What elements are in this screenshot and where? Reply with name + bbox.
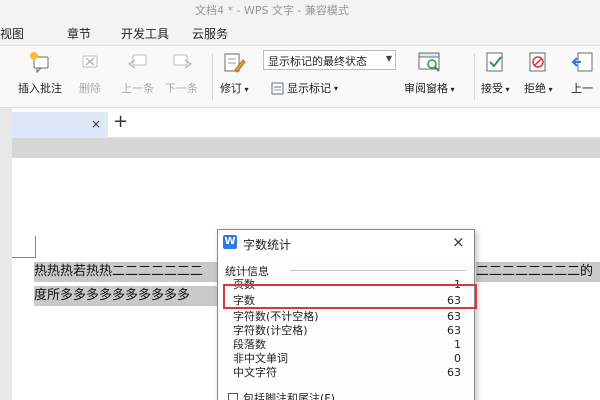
include-footnotes-checkbox[interactable]: 包括脚注和尾注(F): [228, 390, 335, 400]
tab-chapter[interactable]: 章节: [67, 25, 91, 42]
stat-value: 63: [447, 310, 461, 323]
document-text-line[interactable]: 热热热若热热二二二二二二二: [34, 262, 219, 282]
markup-mode-select[interactable]: 显示标记的最终状态 ▼: [263, 50, 396, 70]
markup-mode-value: 显示标记的最终状态: [268, 55, 367, 68]
stat-label: 段落数: [233, 338, 266, 351]
new-tab-button[interactable]: +: [113, 112, 128, 132]
close-icon[interactable]: ×: [91, 117, 101, 131]
window-title: 文档4 * - WPS 文字 - 兼容模式: [195, 4, 349, 17]
ribbon: 插入批注 删除 上一条 下一条 修订 ▾ 显示标记的最终状态 ▼ 显示标记 ▾ …: [0, 46, 600, 108]
document-text-line[interactable]: 二二二二二二二二的: [476, 262, 600, 282]
review-pane-button[interactable]: 审阅窗格 ▾: [404, 50, 455, 96]
new-comment-icon: [30, 52, 49, 74]
review-pane-label: 审阅窗格: [404, 82, 448, 95]
chevron-down-icon: ▾: [448, 85, 455, 94]
tab-cloud[interactable]: 云服务: [192, 25, 228, 42]
stat-label: 字符数(不计空格): [233, 310, 319, 323]
stat-row-chinese-chars: 中文字符 63: [233, 366, 461, 380]
stat-value: 63: [447, 324, 461, 337]
word-count-highlight: [223, 284, 477, 309]
dialog-close-icon[interactable]: ×: [452, 233, 465, 251]
stat-value: 1: [454, 338, 461, 351]
stat-value: 63: [447, 366, 461, 379]
chevron-down-icon: ▼: [385, 54, 392, 63]
left-margin: [0, 108, 12, 400]
accept-button[interactable]: 接受 ▾: [481, 50, 510, 96]
chevron-down-icon: ▾: [334, 83, 339, 93]
stat-row-chars-with-spaces: 字符数(计空格) 63: [233, 324, 461, 338]
next-comment-button[interactable]: 下一条: [165, 50, 198, 96]
tab-developer[interactable]: 开发工具: [121, 25, 169, 42]
margin-mark: [12, 257, 36, 258]
ribbon-separator: [474, 54, 475, 100]
title-bar: 文档4 * - WPS 文字 - 兼容模式: [0, 0, 600, 18]
document-text-line[interactable]: 度所多多多多多多多多多多: [34, 286, 219, 306]
stat-row-paragraphs: 段落数 1: [233, 338, 461, 352]
prev-change-icon: [571, 52, 593, 72]
prev-change-button[interactable]: 上一: [569, 50, 595, 96]
track-changes-button[interactable]: 修订 ▾: [220, 50, 249, 96]
tab-view[interactable]: 视图: [0, 25, 24, 42]
wps-writer-icon: W: [223, 235, 237, 249]
track-changes-label: 修订: [220, 82, 242, 95]
show-markup-icon: [271, 82, 284, 94]
menu-bar: 视图 章节 开发工具 云服务: [0, 18, 600, 46]
prev-comment-icon: [127, 54, 146, 69]
toolbar-shadow: [12, 138, 600, 158]
checkbox-box[interactable]: [228, 393, 238, 400]
stat-row-non-chinese-words: 非中文单词 0: [233, 352, 461, 366]
show-markup-button[interactable]: 显示标记 ▾: [271, 80, 338, 96]
next-comment-icon: [173, 54, 192, 69]
review-pane-icon: [418, 52, 440, 72]
chevron-down-icon: ▾: [242, 85, 249, 94]
accept-icon: [486, 52, 503, 72]
document-tab-bar: × +: [0, 108, 600, 138]
insert-comment-label: 插入批注: [18, 82, 62, 95]
prev-change-label: 上一: [571, 82, 593, 95]
group-divider: [290, 270, 466, 271]
margin-mark: [35, 236, 36, 258]
prev-comment-button[interactable]: 上一条: [121, 50, 154, 96]
show-markup-label: 显示标记: [287, 82, 331, 95]
delete-comment-button[interactable]: 删除: [77, 50, 103, 96]
accept-label: 接受: [481, 82, 503, 95]
chevron-down-icon: ▾: [546, 85, 553, 94]
include-footnotes-label: 包括脚注和尾注(F): [243, 392, 335, 400]
reject-button[interactable]: 拒绝 ▾: [524, 50, 553, 96]
statistics-group-label: 统计信息: [225, 265, 269, 278]
stat-label: 非中文单词: [233, 352, 288, 365]
ribbon-separator: [212, 54, 213, 100]
track-changes-icon: [224, 53, 246, 73]
stat-value: 0: [454, 352, 461, 365]
delete-label: 删除: [79, 82, 101, 95]
reject-label: 拒绝: [524, 82, 546, 95]
prev-label: 上一条: [121, 82, 154, 95]
dialog-title: 字数统计: [243, 238, 292, 252]
stat-label: 中文字符: [233, 366, 277, 379]
next-label: 下一条: [165, 82, 198, 95]
reject-icon: [529, 52, 546, 72]
word-count-dialog: W 字数统计 × 统计信息 页数 1 字数 63 字符数(不计空格) 63 字符…: [217, 229, 475, 400]
stat-row-chars-no-spaces: 字符数(不计空格) 63: [233, 310, 461, 324]
stat-label: 字符数(计空格): [233, 324, 308, 337]
delete-comment-icon: [82, 55, 98, 68]
dialog-header: W 字数统计 ×: [218, 230, 474, 256]
insert-comment-button[interactable]: 插入批注: [18, 50, 62, 96]
chevron-down-icon: ▾: [503, 85, 510, 94]
